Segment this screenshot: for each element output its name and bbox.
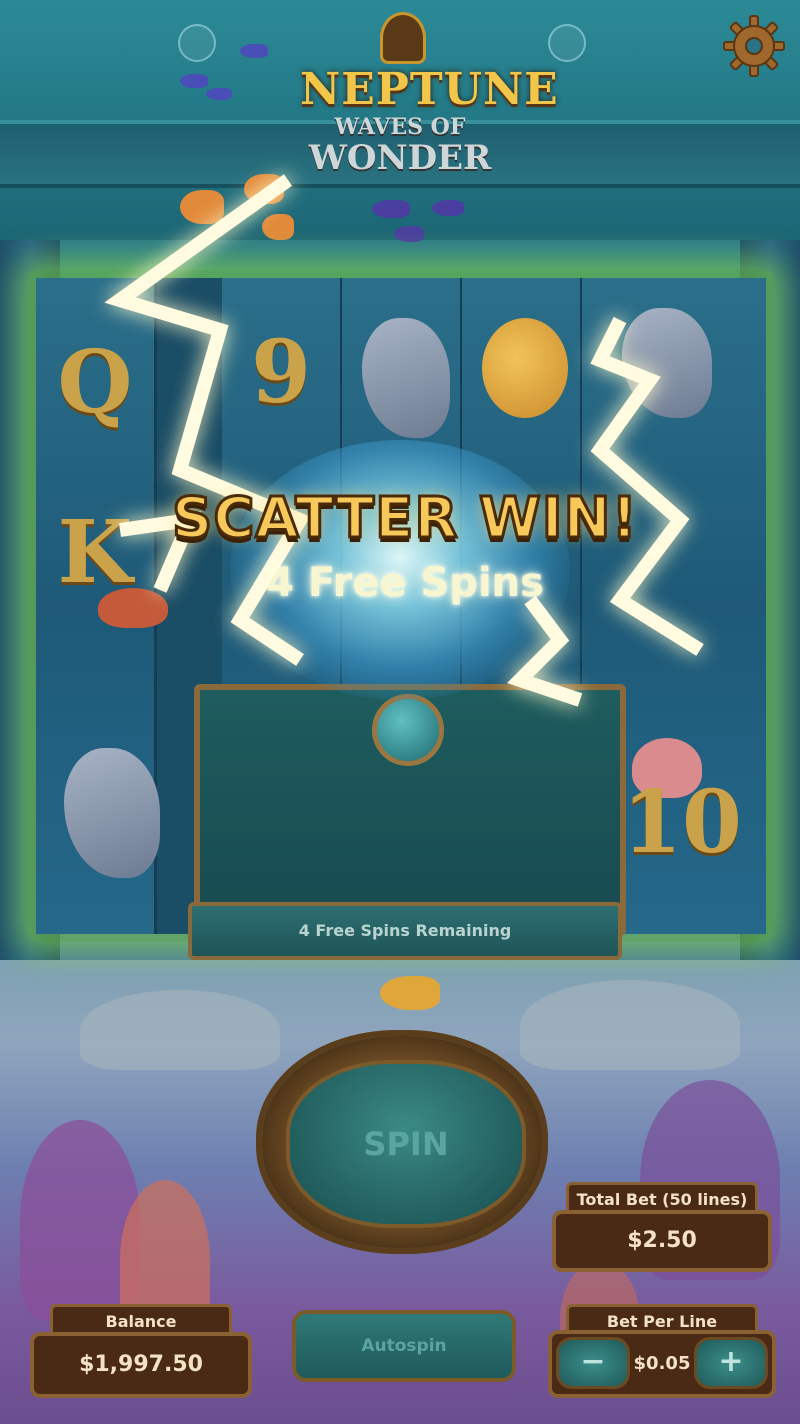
plus-icon: + (718, 1344, 744, 1379)
spin-button[interactable]: SPIN (286, 1060, 526, 1228)
rock (80, 990, 280, 1070)
scatter-win-title: SCATTER WIN! (171, 485, 639, 553)
minus-icon: − (580, 1344, 606, 1379)
total-bet-value: $2.50 (552, 1210, 772, 1272)
free-spins-awarded: 4 Free Spins (266, 560, 544, 606)
lightning-bolt (507, 595, 583, 707)
bet-per-line-value: $0.05 (633, 1353, 691, 1374)
increase-bet-button[interactable]: + (694, 1337, 768, 1389)
decrease-bet-button[interactable]: − (556, 1337, 630, 1389)
autospin-button[interactable]: Autospin (292, 1310, 516, 1382)
balance-value: $1,997.50 (30, 1332, 252, 1398)
